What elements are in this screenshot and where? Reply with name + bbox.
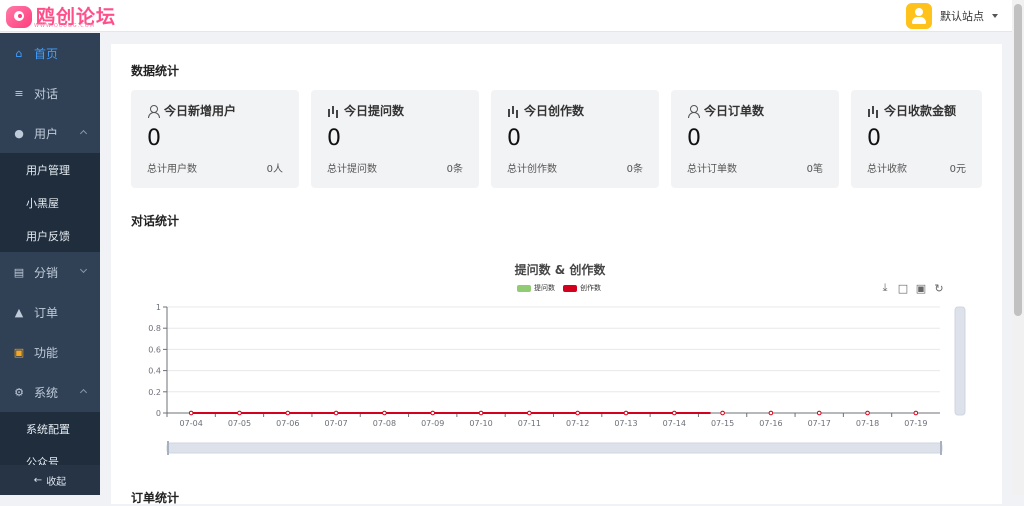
data-point: [865, 410, 870, 416]
x-tick-label: 07-12: [566, 419, 589, 428]
x-tick-label: 07-05: [228, 419, 251, 428]
x-tick-label: 07-06: [276, 419, 299, 428]
zoom-handle-right: [940, 441, 942, 455]
x-tick-label: 07-15: [711, 419, 734, 428]
y-tick-label: 0.6: [148, 345, 161, 354]
x-tick-label: 07-07: [324, 419, 347, 428]
page-scrollbar[interactable]: [1012, 0, 1024, 495]
vertical-zoom-slider: [954, 306, 966, 416]
zoom-handle-left: [167, 441, 169, 455]
x-tick-label: 07-08: [373, 419, 396, 428]
y-tick-label: 0: [156, 409, 161, 418]
data-point: [527, 410, 532, 416]
data-point: [478, 410, 484, 416]
y-tick-label: 0.4: [148, 367, 161, 376]
y-tick-label: 0.2: [148, 388, 161, 397]
x-tick-label: 07-09: [421, 419, 444, 428]
data-point: [575, 410, 580, 416]
data-point: [671, 410, 677, 416]
x-tick-label: 07-13: [614, 419, 637, 428]
bottom-section-title: 订单统计: [131, 491, 180, 505]
data-point: [188, 410, 194, 416]
x-tick-label: 07-11: [518, 419, 541, 428]
data-point: [430, 410, 436, 416]
x-tick-label: 07-18: [856, 419, 879, 428]
x-tick-label: 07-04: [180, 419, 203, 428]
data-point: [382, 410, 387, 416]
data-point: [623, 410, 629, 416]
data-point: [285, 410, 291, 416]
x-tick-label: 07-17: [808, 419, 831, 428]
data-point: [768, 410, 774, 416]
data-point: [816, 410, 822, 416]
x-tick-label: 07-19: [904, 419, 927, 428]
data-point: [333, 410, 339, 416]
data-point: [913, 410, 919, 416]
line-chart: 0 0.2 0.4 0.6 0.8 1 07-04 07-05 07-06 07-07 07-08 0…: [148, 303, 966, 455]
y-tick-label: 0.8: [148, 324, 161, 333]
horizontal-zoom-slider: [166, 442, 943, 454]
data-point: [237, 410, 242, 416]
x-tick-label: 07-16: [759, 419, 782, 428]
x-tick-label: 07-14: [663, 419, 686, 428]
y-tick-label: 1: [156, 303, 161, 312]
x-tick-label: 07-10: [469, 419, 492, 428]
scrollbar-thumb[interactable]: [1014, 4, 1022, 316]
data-point: [720, 410, 725, 416]
